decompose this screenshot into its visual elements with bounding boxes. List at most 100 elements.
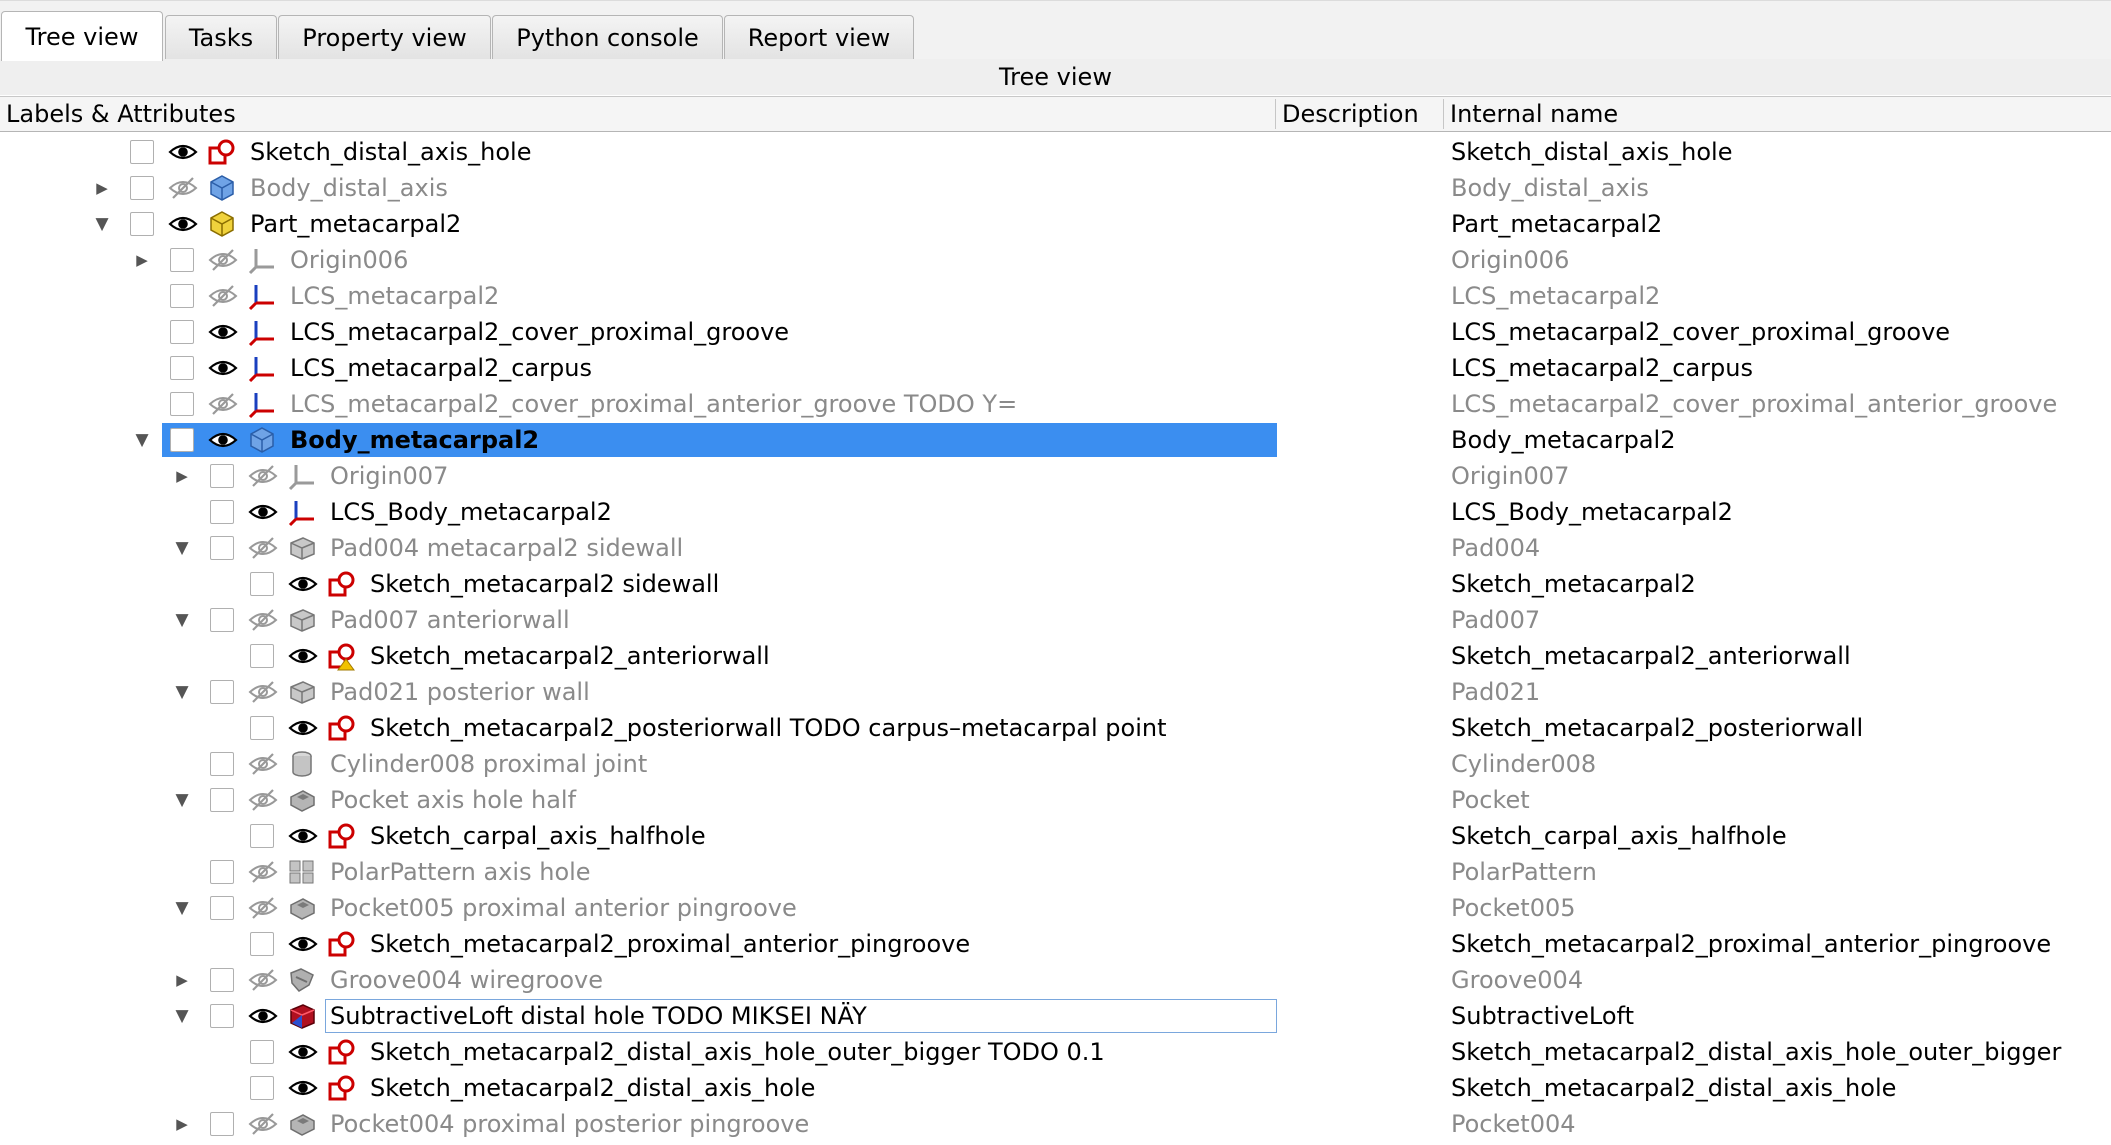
eye-icon[interactable] [208, 428, 238, 452]
tree-row[interactable]: ▶ Origin006 Origin006 [0, 242, 2111, 278]
collapse-arrow-icon[interactable]: ▼ [170, 890, 194, 926]
row-checkbox[interactable] [130, 176, 154, 200]
tree-row[interactable]: Cylinder008 proximal joint Cylinder008 [0, 746, 2111, 782]
collapse-arrow-icon[interactable]: ▼ [170, 998, 194, 1034]
tree-row[interactable]: ▼ Part_metacarpal2 Part_metacarpal2 [0, 206, 2111, 242]
tree-row[interactable]: Sketch_metacarpal2 sidewall Sketch_metaca… [0, 566, 2111, 602]
tab-report-view[interactable]: Report view [724, 15, 914, 59]
tree-row[interactable]: PolarPattern axis hole PolarPattern [0, 854, 2111, 890]
row-checkbox[interactable] [210, 968, 234, 992]
eye-hidden-icon[interactable] [248, 680, 278, 704]
eye-hidden-icon[interactable] [248, 968, 278, 992]
tree-row[interactable]: Sketch_metacarpal2_anteriorwall Sketch_me… [0, 638, 2111, 674]
row-label[interactable]: Pad007 anteriorwall [330, 602, 570, 638]
row-checkbox[interactable] [250, 644, 274, 668]
collapse-arrow-icon[interactable]: ▼ [130, 422, 154, 458]
eye-icon[interactable] [288, 644, 318, 668]
tree-row[interactable]: ▼ SubtractiveLoft distal hole TODO MIKSEI… [0, 998, 2111, 1034]
eye-hidden-icon[interactable] [248, 608, 278, 632]
eye-icon[interactable] [288, 932, 318, 956]
eye-icon[interactable] [168, 212, 198, 236]
column-header-internal-name[interactable]: Internal name [1450, 97, 2050, 131]
row-checkbox[interactable] [210, 788, 234, 812]
eye-icon[interactable] [248, 1004, 278, 1028]
eye-hidden-icon[interactable] [248, 860, 278, 884]
tree-row[interactable]: LCS_metacarpal2_cover_proximal_anterior_… [0, 386, 2111, 422]
tree-row[interactable]: ▼ Pad004 metacarpal2 sidewall Pad004 [0, 530, 2111, 566]
tree-row[interactable]: Sketch_carpal_axis_halfhole Sketch_carpal… [0, 818, 2111, 854]
column-separator[interactable] [1443, 99, 1444, 129]
row-label[interactable]: Sketch_metacarpal2_distal_axis_hole [370, 1070, 815, 1106]
expand-arrow-icon[interactable]: ▶ [170, 458, 194, 494]
eye-icon[interactable] [288, 824, 318, 848]
tree-row[interactable]: Sketch_metacarpal2_distal_axis_hole_oute… [0, 1034, 2111, 1070]
row-checkbox[interactable] [250, 716, 274, 740]
row-checkbox[interactable] [250, 1076, 274, 1100]
eye-icon[interactable] [288, 572, 318, 596]
tree-row[interactable]: LCS_metacarpal2_cover_proximal_groove LCS… [0, 314, 2111, 350]
row-checkbox[interactable] [210, 680, 234, 704]
tree-row[interactable]: ▼ Pad021 posterior wall Pad021 [0, 674, 2111, 710]
eye-hidden-icon[interactable] [248, 752, 278, 776]
row-checkbox[interactable] [170, 284, 194, 308]
row-label[interactable]: Body_metacarpal2 [290, 422, 539, 458]
expand-arrow-icon[interactable]: ▶ [90, 170, 114, 206]
tab-tasks[interactable]: Tasks [165, 15, 277, 59]
row-label[interactable]: Part_metacarpal2 [250, 206, 461, 242]
collapse-arrow-icon[interactable]: ▼ [170, 782, 194, 818]
row-checkbox[interactable] [250, 572, 274, 596]
row-checkbox[interactable] [210, 860, 234, 884]
row-label[interactable]: Pocket005 proximal anterior pingroove [330, 890, 797, 926]
row-label[interactable]: LCS_metacarpal2_cover_proximal_anterior_… [290, 386, 1017, 422]
eye-icon[interactable] [288, 1040, 318, 1064]
row-label[interactable]: Sketch_carpal_axis_halfhole [370, 818, 706, 854]
row-checkbox[interactable] [210, 464, 234, 488]
tree-row[interactable]: ▼ Pocket axis hole half Pocket [0, 782, 2111, 818]
eye-hidden-icon[interactable] [208, 248, 238, 272]
tree-row[interactable]: LCS_Body_metacarpal2 LCS_Body_metacarpal2 [0, 494, 2111, 530]
expand-arrow-icon[interactable]: ▶ [130, 242, 154, 278]
row-checkbox[interactable] [170, 392, 194, 416]
row-label[interactable]: Sketch_distal_axis_hole [250, 134, 531, 170]
tree-row[interactable]: ▶ Origin007 Origin007 [0, 458, 2111, 494]
eye-icon[interactable] [208, 356, 238, 380]
eye-hidden-icon[interactable] [248, 896, 278, 920]
column-header-description[interactable]: Description [1282, 97, 1442, 131]
row-checkbox[interactable] [170, 428, 194, 452]
tree-row[interactable]: Sketch_metacarpal2_proximal_anterior_pin… [0, 926, 2111, 962]
eye-icon[interactable] [288, 1076, 318, 1100]
row-label[interactable]: Origin006 [290, 242, 408, 278]
row-checkbox[interactable] [250, 932, 274, 956]
row-label[interactable]: SubtractiveLoft distal hole TODO MIKSEI … [330, 998, 867, 1034]
row-label[interactable]: Sketch_metacarpal2 sidewall [370, 566, 719, 602]
row-checkbox[interactable] [170, 320, 194, 344]
eye-hidden-icon[interactable] [208, 392, 238, 416]
eye-hidden-icon[interactable] [248, 788, 278, 812]
tab-tree-view[interactable]: Tree view [1, 11, 163, 61]
collapse-arrow-icon[interactable]: ▼ [170, 674, 194, 710]
row-label[interactable]: LCS_metacarpal2_carpus [290, 350, 592, 386]
eye-hidden-icon[interactable] [208, 284, 238, 308]
eye-icon[interactable] [208, 320, 238, 344]
tree-row[interactable]: Sketch_metacarpal2_posteriorwall TODO ca… [0, 710, 2111, 746]
row-checkbox[interactable] [250, 1040, 274, 1064]
row-checkbox[interactable] [210, 896, 234, 920]
row-label[interactable]: LCS_metacarpal2_cover_proximal_groove [290, 314, 789, 350]
row-checkbox[interactable] [250, 824, 274, 848]
row-label[interactable]: PolarPattern axis hole [330, 854, 591, 890]
tree-row[interactable]: ▶ Groove004 wiregroove Groove004 [0, 962, 2111, 998]
row-checkbox[interactable] [210, 752, 234, 776]
collapse-arrow-icon[interactable]: ▼ [90, 206, 114, 242]
row-checkbox[interactable] [170, 248, 194, 272]
tree-row[interactable]: LCS_metacarpal2 LCS_metacarpal2 [0, 278, 2111, 314]
row-label[interactable]: Sketch_metacarpal2_proximal_anterior_pin… [370, 926, 970, 962]
eye-icon[interactable] [248, 500, 278, 524]
row-label[interactable]: LCS_Body_metacarpal2 [330, 494, 612, 530]
tree-row[interactable]: ▶ Body_distal_axis Body_distal_axis [0, 170, 2111, 206]
tab-property-view[interactable]: Property view [278, 15, 491, 59]
column-header-labels[interactable]: Labels & Attributes [6, 97, 1274, 131]
tree-row[interactable]: ▼ Pad007 anteriorwall Pad007 [0, 602, 2111, 638]
row-checkbox[interactable] [210, 536, 234, 560]
tree-row[interactable]: Sketch_metacarpal2_distal_axis_hole Sketc… [0, 1070, 2111, 1106]
eye-hidden-icon[interactable] [248, 1112, 278, 1136]
